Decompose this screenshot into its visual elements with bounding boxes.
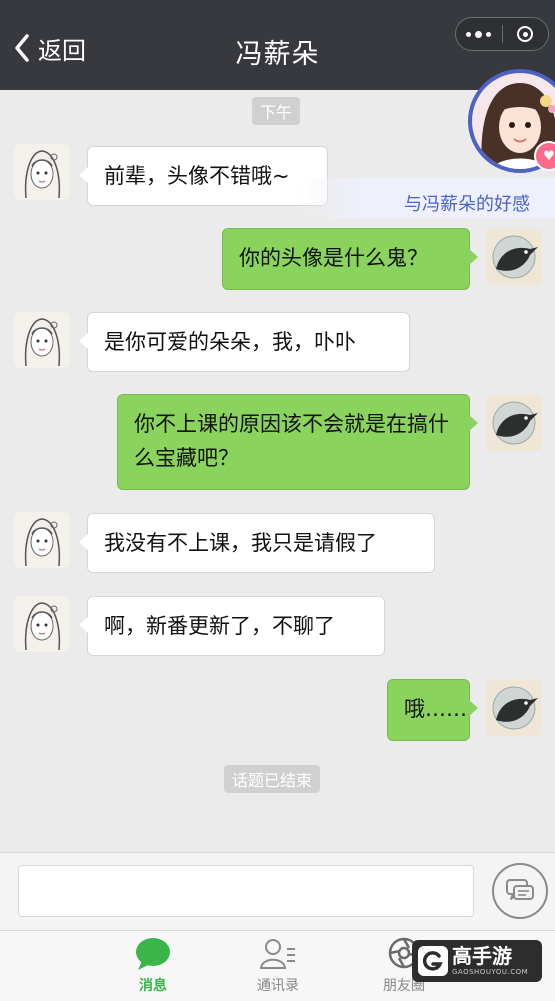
my-avatar[interactable] [486, 395, 542, 451]
chat-bubbles-icon [506, 879, 534, 900]
mini-program-capsule [455, 17, 549, 51]
more-button[interactable] [456, 18, 502, 50]
message-bubble-outgoing: 你的头像是什么鬼？ [222, 228, 478, 290]
affinity-label: 与冯薪朵的好感 [404, 194, 530, 215]
gaoshouyou-logo-icon [418, 946, 448, 976]
tab-messages[interactable]: 消息 [103, 935, 203, 997]
my-avatar[interactable] [486, 680, 542, 736]
message-bubble-incoming: 我没有不上课，我只是请假了 [79, 513, 435, 573]
chat-options-button[interactable] [492, 863, 548, 919]
message-input[interactable] [18, 865, 474, 917]
tab-contacts-label: 通讯录 [257, 978, 299, 994]
crow-icon [492, 686, 538, 730]
girl-sketch-icon [24, 602, 61, 651]
contact-avatar[interactable] [14, 512, 70, 568]
more-dots-icon [466, 30, 492, 38]
tab-messages-label: 消息 [139, 978, 167, 994]
message-bubble-incoming: 是你可爱的朵朵，我，卟卟 [79, 312, 410, 372]
contact-avatar[interactable] [14, 144, 70, 200]
close-mini-program-button[interactable] [503, 18, 549, 50]
girl-sketch-icon [24, 518, 61, 567]
crow-icon [492, 401, 538, 445]
crow-icon [492, 235, 538, 279]
tab-contacts[interactable]: 通讯录 [228, 935, 328, 997]
contact-avatar[interactable] [14, 312, 70, 368]
affinity-widget[interactable]: 与冯薪朵的好感 ♥ [300, 66, 555, 221]
message-bubble-incoming: 前辈，头像不错哦~ [79, 146, 328, 206]
topic-ended-label: 话题已结束 [224, 765, 321, 793]
girl-sketch-icon [24, 318, 61, 367]
message-bubble-outgoing: 哦…… [387, 679, 478, 741]
contact-avatar[interactable] [14, 596, 70, 652]
watermark-main: 高手游 [452, 944, 512, 968]
time-label: 下午 [252, 97, 301, 125]
close-circle-icon [517, 26, 534, 42]
watermark-sub: GAOSHOUYOU.COM [452, 968, 529, 976]
site-watermark: 高手游 GAOSHOUYOU.COM [412, 940, 542, 982]
message-bubble-outgoing: 你不上课的原因该不会就是在搞什么宝藏吧？ [117, 394, 478, 490]
contacts-icon [259, 939, 295, 969]
message-bubble-incoming: 啊，新番更新了，不聊了 [79, 596, 385, 656]
chat-bubble-icon [136, 938, 170, 970]
my-avatar[interactable] [486, 229, 542, 285]
message-input-bar [0, 852, 555, 931]
girl-sketch-icon [24, 150, 61, 199]
